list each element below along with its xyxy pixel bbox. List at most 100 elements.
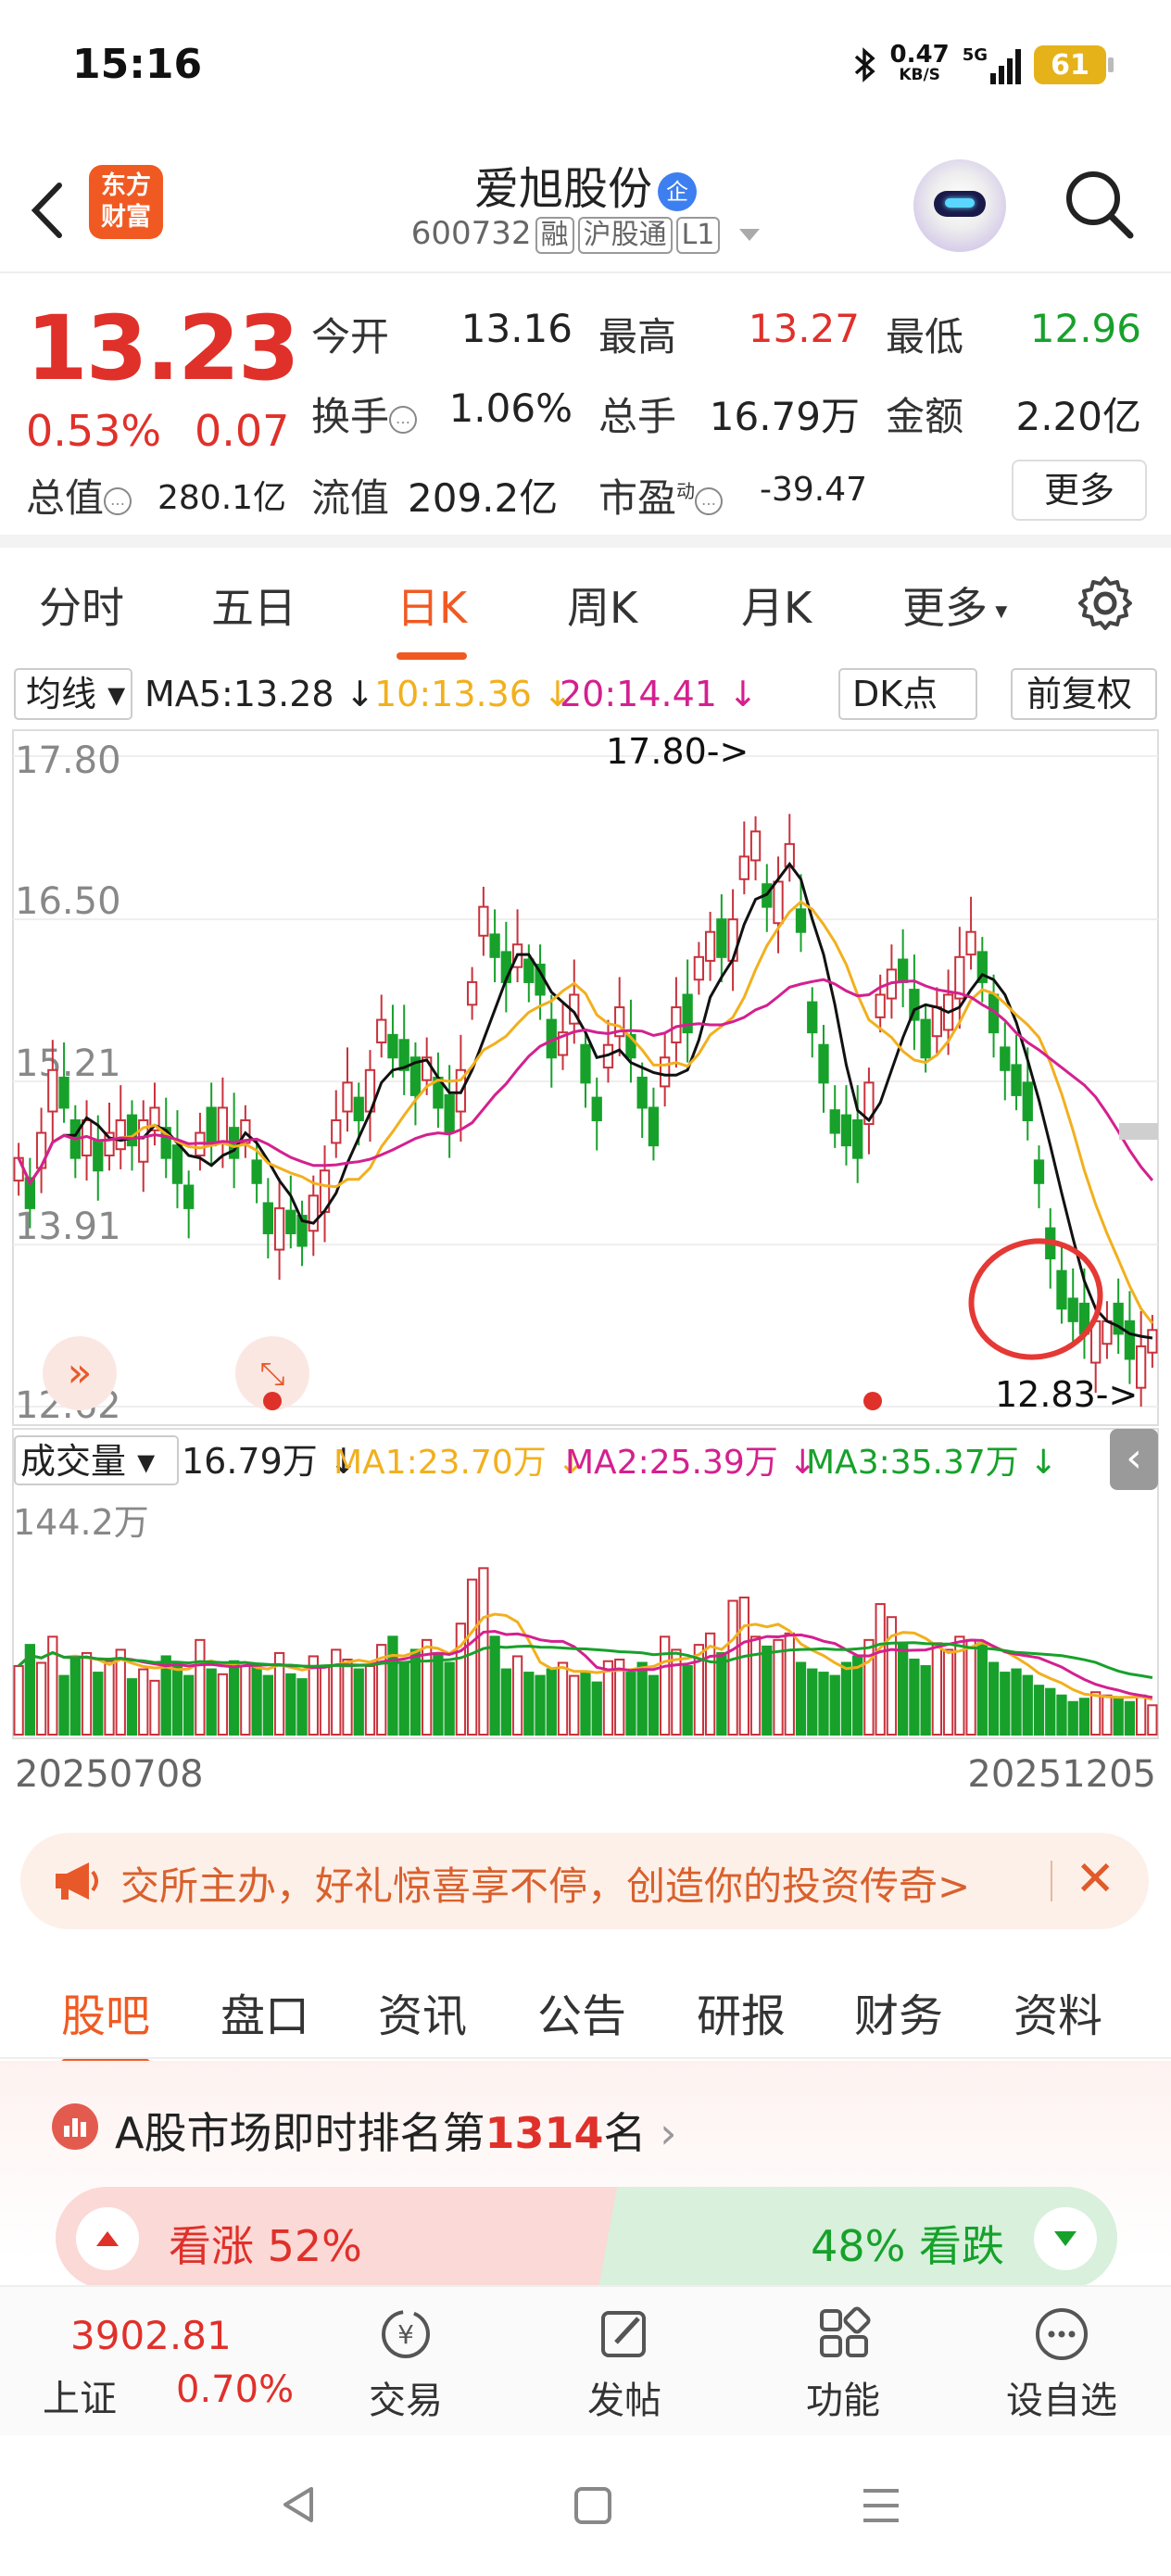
candle xyxy=(580,1043,591,1084)
nav-post[interactable]: 发帖 xyxy=(550,2305,699,2424)
candle xyxy=(660,1056,671,1088)
vol-ma1-label: MA1:23.70万 ↓ xyxy=(334,1444,585,1482)
tab-pankou[interactable]: 盘口 xyxy=(220,1979,309,2044)
ai-assistant-avatar[interactable] xyxy=(913,159,1006,252)
stock-header: 东方 财富 爱旭股份企 600732 融沪股通 L1 xyxy=(0,139,1171,273)
nav-trade[interactable]: ¥ 交易 xyxy=(332,2305,480,2424)
volume-bar xyxy=(738,1597,749,1736)
candle xyxy=(1033,1159,1045,1184)
tab-guba[interactable]: 股吧 xyxy=(61,1979,151,2066)
volume-bar xyxy=(920,1665,931,1736)
tab-five-day[interactable]: 五日 xyxy=(211,575,296,636)
chevron-right-icon: › xyxy=(660,2108,677,2158)
volume-bar xyxy=(364,1665,376,1736)
y-tick-label: 16.50 xyxy=(15,880,121,923)
tab-weekly-k[interactable]: 周K xyxy=(567,575,637,636)
candle xyxy=(331,1119,342,1144)
candle xyxy=(931,1006,943,1038)
volume-bar xyxy=(546,1668,557,1736)
bluetooth-icon xyxy=(854,47,875,82)
tab-news[interactable]: 资讯 xyxy=(378,1979,467,2044)
ma20-label: 20:14.41 ↓ xyxy=(560,674,758,714)
price-scroll-marker xyxy=(1119,1123,1158,1140)
volume-bar xyxy=(489,1635,500,1736)
volume-bar xyxy=(206,1668,217,1736)
more-dots-icon xyxy=(1036,2308,1088,2360)
volume-bar xyxy=(727,1599,738,1736)
volume-bar xyxy=(138,1668,149,1736)
volume-bar xyxy=(580,1672,591,1736)
candle xyxy=(308,1194,319,1232)
volume-bar xyxy=(909,1658,920,1736)
banner-text: 交所主办，好礼惊喜享不停，创造你的投资传奇> xyxy=(120,1863,971,1909)
settings-icon[interactable] xyxy=(1077,575,1134,636)
candle xyxy=(376,1018,387,1043)
candle xyxy=(738,855,749,880)
volume-bar xyxy=(942,1648,954,1736)
volume-bar xyxy=(648,1674,660,1736)
tab-daily-k[interactable]: 日K xyxy=(397,575,468,660)
tab-research[interactable]: 研报 xyxy=(697,1979,786,2044)
candle xyxy=(1135,1345,1147,1389)
candle xyxy=(58,1076,69,1109)
down-arrow-icon[interactable] xyxy=(1034,2207,1097,2270)
bull-label: 看涨 52% xyxy=(169,2221,362,2271)
volume-bar xyxy=(104,1660,115,1736)
candle xyxy=(353,1096,364,1122)
volume-bar xyxy=(807,1668,818,1736)
volume-value: 16.79万 xyxy=(709,394,860,439)
tab-profile[interactable]: 资料 xyxy=(1014,1979,1102,2044)
tab-announcements[interactable]: 公告 xyxy=(537,1979,626,2044)
tab-finance[interactable]: 财务 xyxy=(854,1979,943,2044)
volume-bar xyxy=(217,1673,229,1736)
volume-bar xyxy=(183,1674,195,1736)
open-value: 13.16 xyxy=(460,306,573,351)
candle xyxy=(1022,1081,1033,1122)
candle xyxy=(920,1018,931,1059)
period-tabs: 分时 五日 日K 周K 月K 更多 ▾ xyxy=(0,554,1171,660)
signal-icon: 5G xyxy=(963,45,1021,84)
candle xyxy=(466,980,478,1006)
kline-chart[interactable]: 均线 ▾ MA5:13.28 ↓ 10:13.36 ↓ 20:14.41 ↓ DK点 前复… xyxy=(0,660,1171,1827)
promo-banner[interactable]: 交所主办，好礼惊喜享不停，创造你的投资传奇> ✕ xyxy=(20,1833,1149,1929)
nav-menu-icon[interactable] xyxy=(860,2485,902,2526)
volume-bar xyxy=(636,1661,648,1736)
volume-bar xyxy=(795,1661,807,1736)
volume-bar xyxy=(240,1665,251,1736)
more-button[interactable]: 更多 xyxy=(1012,460,1147,521)
candle xyxy=(636,1076,648,1109)
volume-bar xyxy=(353,1668,364,1736)
market-rank[interactable]: A股市场即时排名第1314名 › xyxy=(115,2100,677,2161)
volume-bar xyxy=(1102,1694,1113,1736)
last-price: 13.23 xyxy=(26,297,300,400)
nav-add-watchlist[interactable]: 设自选 xyxy=(988,2305,1136,2424)
volume-bar xyxy=(262,1674,273,1736)
candle xyxy=(262,1202,273,1234)
volume-bar xyxy=(1090,1691,1102,1736)
up-arrow-icon[interactable] xyxy=(76,2207,139,2270)
tab-more[interactable]: 更多 ▾ xyxy=(902,575,1007,636)
search-icon[interactable] xyxy=(1062,167,1136,241)
candle xyxy=(285,1209,296,1234)
turnover-label: 换手… xyxy=(311,385,418,442)
change-percent: 0.53% xyxy=(26,406,162,456)
volume-bar xyxy=(1033,1685,1045,1736)
amount-label: 金额 xyxy=(886,394,964,439)
tab-monthly-k[interactable]: 月K xyxy=(741,575,812,636)
close-icon[interactable]: ✕ xyxy=(1075,1853,1115,1905)
candle xyxy=(444,1093,455,1134)
system-nav xyxy=(0,2435,1171,2576)
nav-home-icon[interactable] xyxy=(573,2485,613,2526)
tab-intraday[interactable]: 分时 xyxy=(39,575,124,636)
volume-bar xyxy=(682,1665,693,1736)
nav-back-icon[interactable] xyxy=(278,2483,321,2526)
vol-ma3-label: MA3:35.37万 ↓ xyxy=(806,1444,1057,1482)
volume-bar xyxy=(749,1635,762,1736)
event-dot xyxy=(263,1392,282,1410)
volume-bar xyxy=(1011,1668,1022,1736)
volume-bar xyxy=(1045,1687,1056,1736)
candle xyxy=(1000,1046,1011,1071)
nav-features[interactable]: 功能 xyxy=(769,2305,917,2424)
volume-bar xyxy=(1147,1704,1158,1736)
bear-label: 48% 看跌 xyxy=(811,2221,1004,2271)
